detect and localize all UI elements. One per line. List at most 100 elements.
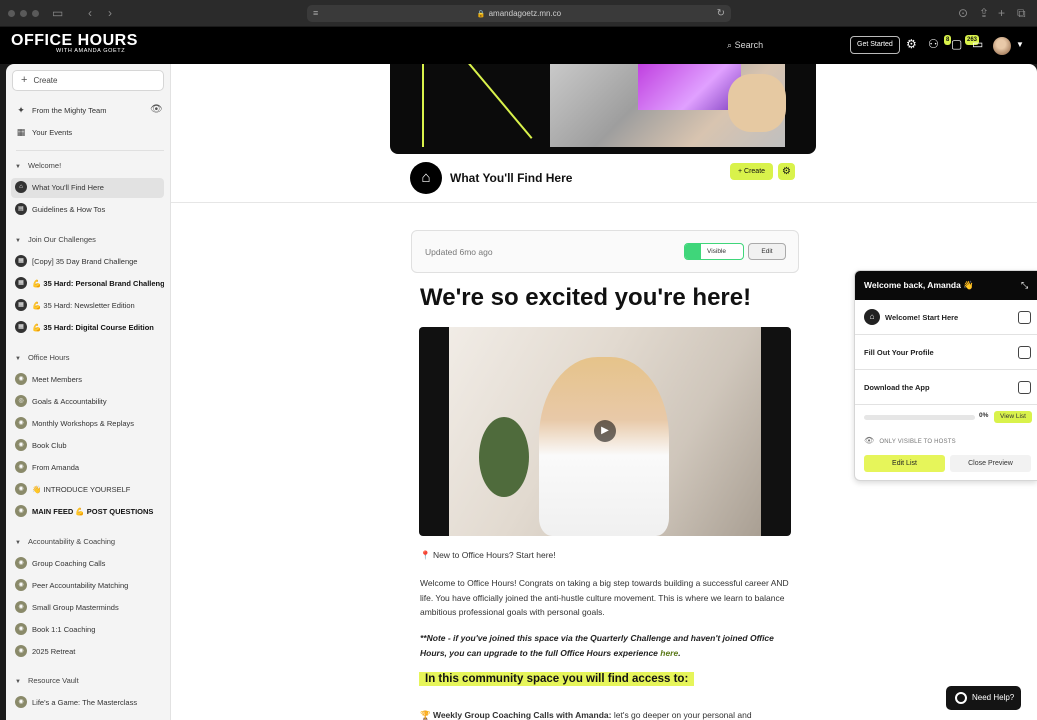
edit-list-button[interactable]: Edit List [864,455,945,472]
page-heading: We're so excited you're here! [420,284,752,311]
sidebar-item-what-youll-find-here[interactable]: ⌂ What You'll Find Here [11,178,164,198]
sidebar-item-label: MAIN FEED 💪 POST QUESTIONS [32,507,154,516]
avatar[interactable] [993,37,1011,55]
chevron-down-icon[interactable]: ▼ [1016,40,1024,49]
checkbox[interactable] [1018,311,1031,324]
page-menu-icon[interactable]: ≡ [313,5,318,22]
checklist-label: Welcome! Start Here [885,313,959,322]
settings-gear-icon[interactable]: ⚙ [906,37,917,51]
section-header-resource-vault[interactable]: ▼ Resource Vault [15,675,79,688]
chevron-down-icon: ▼ [15,540,21,546]
divider [171,202,1037,203]
masterclass-icon: ◉ [15,696,27,709]
edit-button[interactable]: Edit [748,243,786,260]
visibility-toggle[interactable]: Visible [684,243,744,260]
grid-icon: ▦ [15,299,27,312]
sidebar-item-group-coaching[interactable]: ◉ Group Coaching Calls [11,554,164,574]
sidebar-item-label: From the Mighty Team [32,106,107,115]
sidebar-item-goals[interactable]: ◎ Goals & Accountability [11,392,164,412]
share-icon[interactable]: ⇪ [979,6,989,20]
section-title: Resource Vault [27,676,79,685]
sidebar-item-main-feed[interactable]: ◉ MAIN FEED 💪 POST QUESTIONS [11,502,164,522]
toggle-switch [685,244,701,259]
play-icon[interactable]: ▶ [594,420,616,442]
sidebar-item-newsletter[interactable]: ▦ 💪 35 Hard: Newsletter Edition [11,296,164,316]
checklist-item-welcome[interactable]: ⌂ Welcome! Start Here [855,300,1037,335]
highlighted-heading: In this community space you will find ac… [419,672,695,686]
url-text: amandagoetz.mn.co [488,9,562,18]
sidebar-item-from-amanda[interactable]: ◉ From Amanda [11,458,164,478]
sidebar-item-introduce[interactable]: ◉ 👋 INTRODUCE YOURSELF [11,480,164,500]
sidebar-item-masterminds[interactable]: ◉ Small Group Masterminds [11,598,164,618]
view-list-button[interactable]: View List [994,411,1032,423]
get-started-button[interactable]: Get Started [850,36,900,54]
checkbox[interactable] [1018,381,1031,394]
sidebar-item-label: From Amanda [32,463,80,472]
checkbox[interactable] [1018,346,1031,359]
sidebar-item-peer-matching[interactable]: ◉ Peer Accountability Matching [11,576,164,596]
sidebar-item-1on1-coaching[interactable]: ◉ Book 1:1 Coaching [11,620,164,640]
section-title: Office Hours [27,353,70,362]
download-icon[interactable]: ⊙ [958,6,968,20]
search-button[interactable]: ⌕ Search [727,39,763,51]
new-tab-icon[interactable]: + [998,6,1005,20]
banner-accent-line [422,64,424,147]
sidebar-item-mighty-team[interactable]: ✦ From the Mighty Team [11,101,164,121]
section-header-accountability[interactable]: ▼ Accountability & Coaching [15,536,115,549]
forward-icon[interactable]: › [108,6,112,20]
book-club-icon: ◉ [15,439,27,452]
eye-icon: 👁 [864,436,875,445]
back-icon[interactable]: ‹ [88,6,92,20]
inbox-icon[interactable]: ▭ [972,37,983,51]
space-settings-gear-icon[interactable]: ⚙ [778,163,795,180]
sidebar-item-label: 💪 35 Hard: Digital Course Edition [32,323,154,332]
reload-icon[interactable]: ↻ [717,5,725,22]
upgrade-link[interactable]: here [660,648,678,658]
sidebar-item-guidelines[interactable]: ▤ Guidelines & How Tos [11,200,164,220]
sidebar-item-masterclass[interactable]: ◉ Life's a Game: The Masterclass [11,693,164,713]
sidebar-item-digital-course[interactable]: ▦ 💪 35 Hard: Digital Course Edition [11,318,164,338]
space-title: What You'll Find Here [450,171,573,185]
sidebar-item-label: Peer Accountability Matching [32,581,129,590]
checklist-item-app[interactable]: Download the App [855,370,1037,405]
sidebar-item-meet-members[interactable]: ◉ Meet Members [11,370,164,390]
retreat-icon: ◉ [15,645,27,658]
tab-overview-icon[interactable]: ⧉ [1017,6,1026,20]
close-preview-button[interactable]: Close Preview [950,455,1031,472]
section-header-office-hours[interactable]: ▼ Office Hours [15,352,70,365]
minimize-window-dot[interactable] [20,10,27,17]
welcome-video[interactable]: ▶ [419,327,791,536]
add-person-icon[interactable]: ⚇ [928,37,939,51]
sidebar-item-book-club[interactable]: ◉ Book Club [11,436,164,456]
one-on-one-icon: ◉ [15,623,27,636]
book-icon: ▤ [15,203,27,216]
section-header-welcome[interactable]: ▼ Welcome! [15,160,61,173]
collapse-icon[interactable]: ⤡ [1021,280,1028,290]
home-icon: ⌂ [864,309,880,326]
grid-icon: ▦ [15,277,27,290]
sidebar-toggle-icon[interactable]: ▭ [52,6,63,20]
chat-icon[interactable]: ▢ [951,37,962,51]
checklist-item-profile[interactable]: Fill Out Your Profile [855,335,1037,370]
eye-icon[interactable]: 👁 [150,104,163,115]
maximize-window-dot[interactable] [32,10,39,17]
sidebar-item-workshops[interactable]: ◉ Monthly Workshops & Replays [11,414,164,434]
sidebar-item-label: [Copy] 35 Day Brand Challenge [32,257,138,266]
progress-bar [864,415,975,420]
address-bar[interactable]: ≡ 🔒 amandagoetz.mn.co ↻ [307,5,731,22]
sidebar-item-events[interactable]: ▦ Your Events [11,123,164,143]
video-plant [479,417,529,497]
space-create-button[interactable]: + Create [730,163,773,180]
logo-title[interactable]: OFFICE HOURS [11,32,138,49]
grid-icon: ▦ [15,321,27,334]
sidebar-item-label: Guidelines & How Tos [32,205,106,214]
close-window-dot[interactable] [8,10,15,17]
create-button[interactable]: + Create [12,70,164,91]
sidebar-item-retreat[interactable]: ◉ 2025 Retreat [11,642,164,662]
sparkle-icon: ✦ [17,105,25,116]
sidebar-item-brand-challenge[interactable]: ▦ [Copy] 35 Day Brand Challenge [11,252,164,272]
section-header-challenges[interactable]: ▼ Join Our Challenges [15,234,96,247]
sidebar-item-personal-brand[interactable]: ▦ 💪 35 Hard: Personal Brand Challenge [11,274,164,294]
need-help-button[interactable]: Need Help? [946,686,1021,710]
sidebar-item-label: Monthly Workshops & Replays [32,419,134,428]
